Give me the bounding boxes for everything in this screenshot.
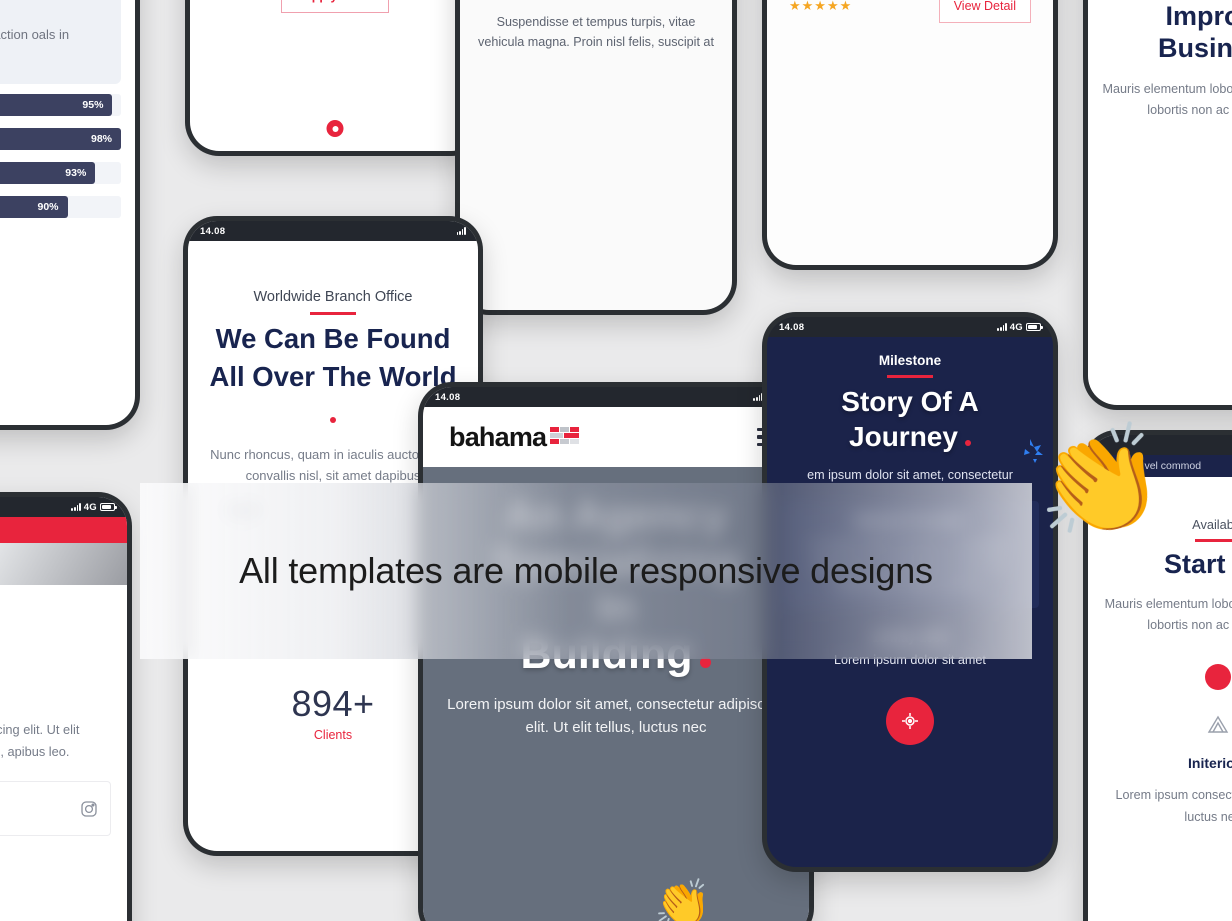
view-detail-button[interactable]: View Detail <box>938 0 1031 23</box>
bahama-navbar: bahama <box>423 407 809 467</box>
bahama-logo-text: bahama <box>449 421 547 452</box>
testimonial-kicker: nonials <box>0 607 111 622</box>
skill-bar-value: 93% <box>0 162 96 185</box>
phone-screen: Salary: $ 62,718 / Year Apply Now <box>190 0 480 151</box>
worldwide-heading-1: We Can Be Found <box>215 322 451 354</box>
milestone-kicker: Milestone <box>878 353 942 368</box>
bahama-logo[interactable]: bahama <box>449 422 580 453</box>
phone-mockup-award: 1st Winner In Architect Competition Lore… <box>455 0 737 315</box>
service-card: Start From $25364 Construction Lorem ips… <box>767 0 1053 23</box>
mindset-subtitle: y thinking in action oals in precious li… <box>0 26 70 42</box>
mindset-title: Mindset <box>0 1 107 18</box>
award-footer-text: Suspendisse et tempus turpis, vitae vehi… <box>478 15 714 49</box>
battery-icon <box>100 503 117 511</box>
rating-stars: ★★★★★ <box>789 0 853 13</box>
job-content: Salary: $ 62,718 / Year Apply Now <box>190 0 480 13</box>
about-content: We Are Take Opportunit Improve Business … <box>1088 0 1232 122</box>
skill-bar-row: 95% <box>0 94 121 117</box>
phone-screen: 1st Winner In Architect Competition Lore… <box>460 0 732 310</box>
testimonial-red-banner <box>0 517 127 543</box>
phone-mockup-service: Start From $25364 Construction Lorem ips… <box>762 0 1058 270</box>
testimonial-person-card: yne . <box>0 781 111 837</box>
status-right: 4G <box>997 321 1043 333</box>
status-bar: 4G <box>0 497 127 517</box>
about-paragraph: Mauris elementum lobortis. Nulla pulvina… <box>1102 81 1232 118</box>
signal-bars-icon <box>71 503 81 511</box>
phone-screen: Start From $25364 Construction Lorem ips… <box>767 0 1053 265</box>
phone-screen: onvallis nisl, sit amet us metus. Donec … <box>0 0 135 425</box>
phone-screen: We Are Take Opportunit Improve Business … <box>1088 0 1232 405</box>
accent-dot <box>330 416 336 423</box>
mindset-card: Mindset y thinking in action oals in pre… <box>0 0 121 85</box>
overlay-banner-text: All templates are mobile responsive desi… <box>239 550 933 591</box>
accent-underline <box>887 375 933 378</box>
signal-bars-icon <box>456 227 466 235</box>
skill-bar-value: 98% <box>0 128 121 151</box>
testimonial-photo <box>0 543 127 585</box>
about-heading: Take Opportunit Improve Business <box>1157 0 1232 64</box>
bahama-paragraph: Lorem ipsum dolor sit amet, consectetur … <box>447 696 785 737</box>
network-label: 4G <box>83 501 97 513</box>
skill-bar-value: 90% <box>0 196 68 219</box>
milestone-action-button[interactable] <box>886 696 934 745</box>
skills-content: onvallis nisl, sit amet us metus. Donec … <box>0 0 135 265</box>
phone-mockup-testimonial: 4G nonials s What e Say dolor sit amet, … <box>0 492 132 921</box>
accent-underline <box>310 312 356 315</box>
interior-icon <box>1207 715 1229 734</box>
target-icon <box>902 712 918 729</box>
worldwide-kicker: Worldwide Branch Office <box>253 289 413 305</box>
clapping-hands-emoji-small: 👏 <box>654 877 712 921</box>
testimonial-heading-2: e Say <box>0 675 111 707</box>
milestone-heading-1: Story Of A <box>841 385 979 417</box>
phone-mockup-about: We Are Take Opportunit Improve Business … <box>1083 0 1232 410</box>
signal-bars-icon <box>997 323 1007 331</box>
skill-bar-value: 95% <box>0 94 113 117</box>
worldwide-heading-2: All Over The World <box>209 360 457 392</box>
status-bar: 14.08 <box>188 221 478 241</box>
skill-bars: 95% 98% 93% 90% <box>0 84 121 219</box>
brick-wall-icon <box>550 427 580 444</box>
accent-underline <box>1195 539 1232 542</box>
skill-bar-row: 98% <box>0 128 121 151</box>
testimonial-paragraph: dolor sit amet, iscing elit. Ut elit lla… <box>0 722 80 760</box>
join-service-paragraph: Lorem ipsum consectetur adip tellus, luc… <box>1115 788 1232 824</box>
phone-mockup-job: Salary: $ 62,718 / Year Apply Now <box>185 0 485 156</box>
battery-icon <box>1026 323 1043 331</box>
status-right <box>456 227 466 235</box>
overlay-banner: All templates are mobile responsive desi… <box>140 483 1032 659</box>
milestone-paragraph: em ipsum dolor sit amet, consectetur <box>807 467 1013 482</box>
join-service-title: Initerior I <box>1188 755 1232 772</box>
home-indicator-dot[interactable] <box>326 120 344 137</box>
status-time: 14.08 <box>779 321 805 333</box>
skill-bar-row: 93% <box>0 162 121 185</box>
join-accent-circle <box>1205 664 1231 691</box>
milestone-heading-2: Journey <box>781 420 1039 453</box>
status-bar: 14.08 4G <box>423 387 809 407</box>
testimonial-content: nonials s What e Say dolor sit amet, isc… <box>0 585 127 837</box>
milestone-heading-2-text: Journey <box>849 420 958 452</box>
status-right: 4G <box>71 501 117 513</box>
accent-dot <box>964 439 971 446</box>
status-time: 14.08 <box>435 391 461 403</box>
network-label: 4G <box>1009 321 1023 333</box>
join-heading: Start Joi <box>1163 548 1232 579</box>
apply-now-button[interactable]: Apply Now <box>281 0 389 13</box>
phone-screen: 4G nonials s What e Say dolor sit amet, … <box>0 497 127 921</box>
wallpaper-stage: onvallis nisl, sit amet us metus. Donec … <box>0 0 1232 921</box>
skill-bar-row: 90% <box>0 196 121 219</box>
testimonial-heading-1: s What <box>0 643 111 675</box>
instagram-icon[interactable] <box>80 800 98 818</box>
status-bar: 14.08 4G <box>767 317 1053 337</box>
status-time: 14.08 <box>200 225 226 237</box>
phone-mockup-skills: onvallis nisl, sit amet us metus. Donec … <box>0 0 140 430</box>
join-paragraph: Mauris elementum lobortis. Nulla pulvina… <box>1104 596 1232 632</box>
service-footer: ★★★★★ View Detail <box>789 0 1031 23</box>
clapping-hands-emoji: 👏 <box>1029 417 1171 547</box>
